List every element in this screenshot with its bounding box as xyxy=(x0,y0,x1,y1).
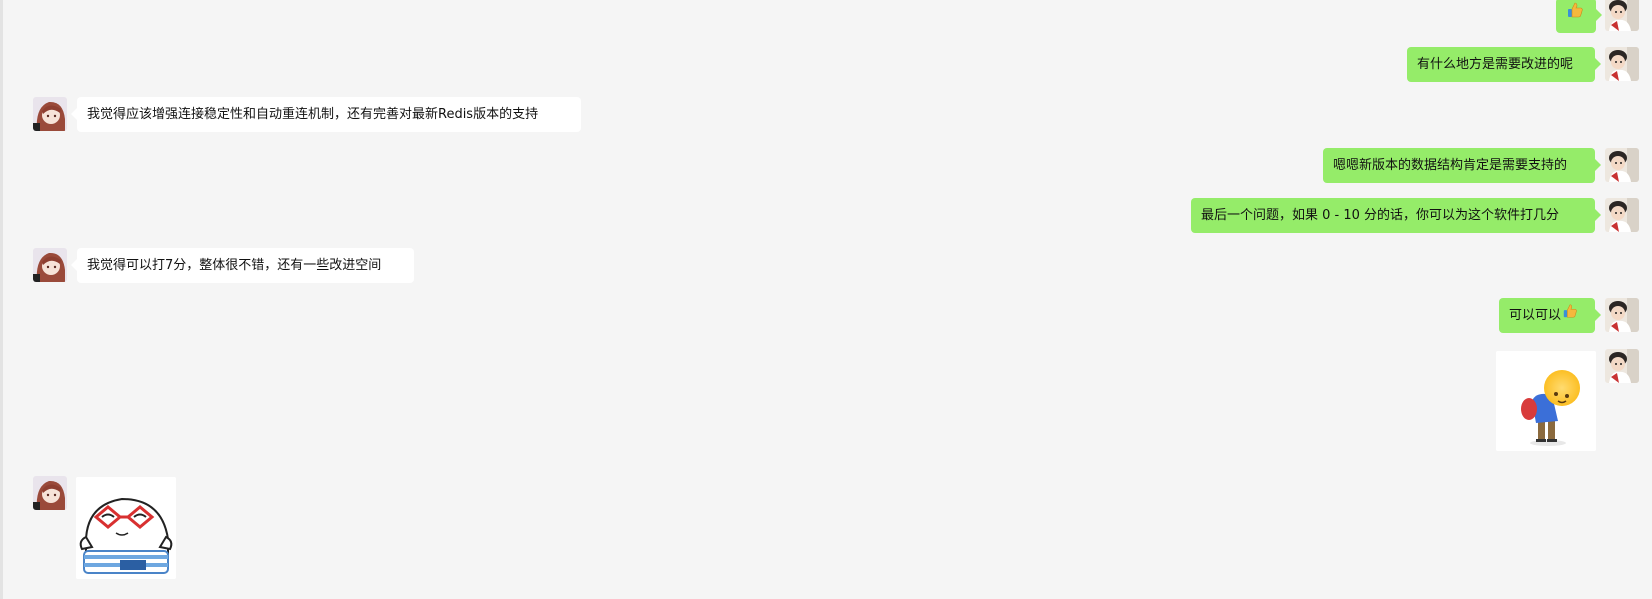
my-avatar[interactable] xyxy=(1605,298,1639,332)
message-bubble-mine[interactable]: 最后一个问题，如果 0 - 10 分的话，你可以为这个软件打几分 xyxy=(1191,198,1601,233)
my-avatar[interactable] xyxy=(1605,198,1639,232)
message-text: 我觉得应该增强连接稳定性和自动重连机制，还有完善对最新Redis版本的支持 xyxy=(87,107,539,122)
other-avatar[interactable] xyxy=(33,476,67,510)
message-text: 最后一个问题，如果 0 - 10 分的话，你可以为这个软件打几分 xyxy=(1201,208,1560,223)
thumbs-up-icon xyxy=(1562,298,1578,333)
message-bubble-mine[interactable] xyxy=(1556,0,1602,33)
message-bubble-other[interactable]: 我觉得应该增强连接稳定性和自动重连机制，还有完善对最新Redis版本的支持 xyxy=(71,97,581,132)
sunglasses-blob-sticker[interactable] xyxy=(76,477,176,579)
message-text: 有什么地方是需要改进的呢 xyxy=(1417,57,1574,72)
message-bubble-mine[interactable]: 可以可以 xyxy=(1499,298,1601,333)
other-avatar[interactable] xyxy=(33,97,67,131)
bowing-emoji-sticker[interactable] xyxy=(1496,351,1596,451)
window-left-border xyxy=(0,0,3,599)
my-avatar[interactable] xyxy=(1605,0,1639,31)
my-avatar[interactable] xyxy=(1605,148,1639,182)
message-bubble-other[interactable]: 我觉得可以打7分，整体很不错，还有一些改进空间 xyxy=(71,248,414,283)
message-text: 我觉得可以打7分，整体很不错，还有一些改进空间 xyxy=(87,258,382,273)
my-avatar[interactable] xyxy=(1605,349,1639,383)
message-bubble-mine[interactable]: 嗯嗯新版本的数据结构肯定是需要支持的 xyxy=(1323,148,1601,183)
message-text: 可以可以 xyxy=(1509,308,1562,323)
message-text: 嗯嗯新版本的数据结构肯定是需要支持的 xyxy=(1333,158,1568,173)
thumbs-up-icon xyxy=(1566,0,1584,33)
chat-message-list[interactable]: 有什么地方是需要改进的呢 我觉得应该增强连接稳定性和自动重连机制，还有完善对最新… xyxy=(0,0,1652,599)
my-avatar[interactable] xyxy=(1605,47,1639,81)
other-avatar[interactable] xyxy=(33,248,67,282)
message-bubble-mine[interactable]: 有什么地方是需要改进的呢 xyxy=(1407,47,1601,82)
